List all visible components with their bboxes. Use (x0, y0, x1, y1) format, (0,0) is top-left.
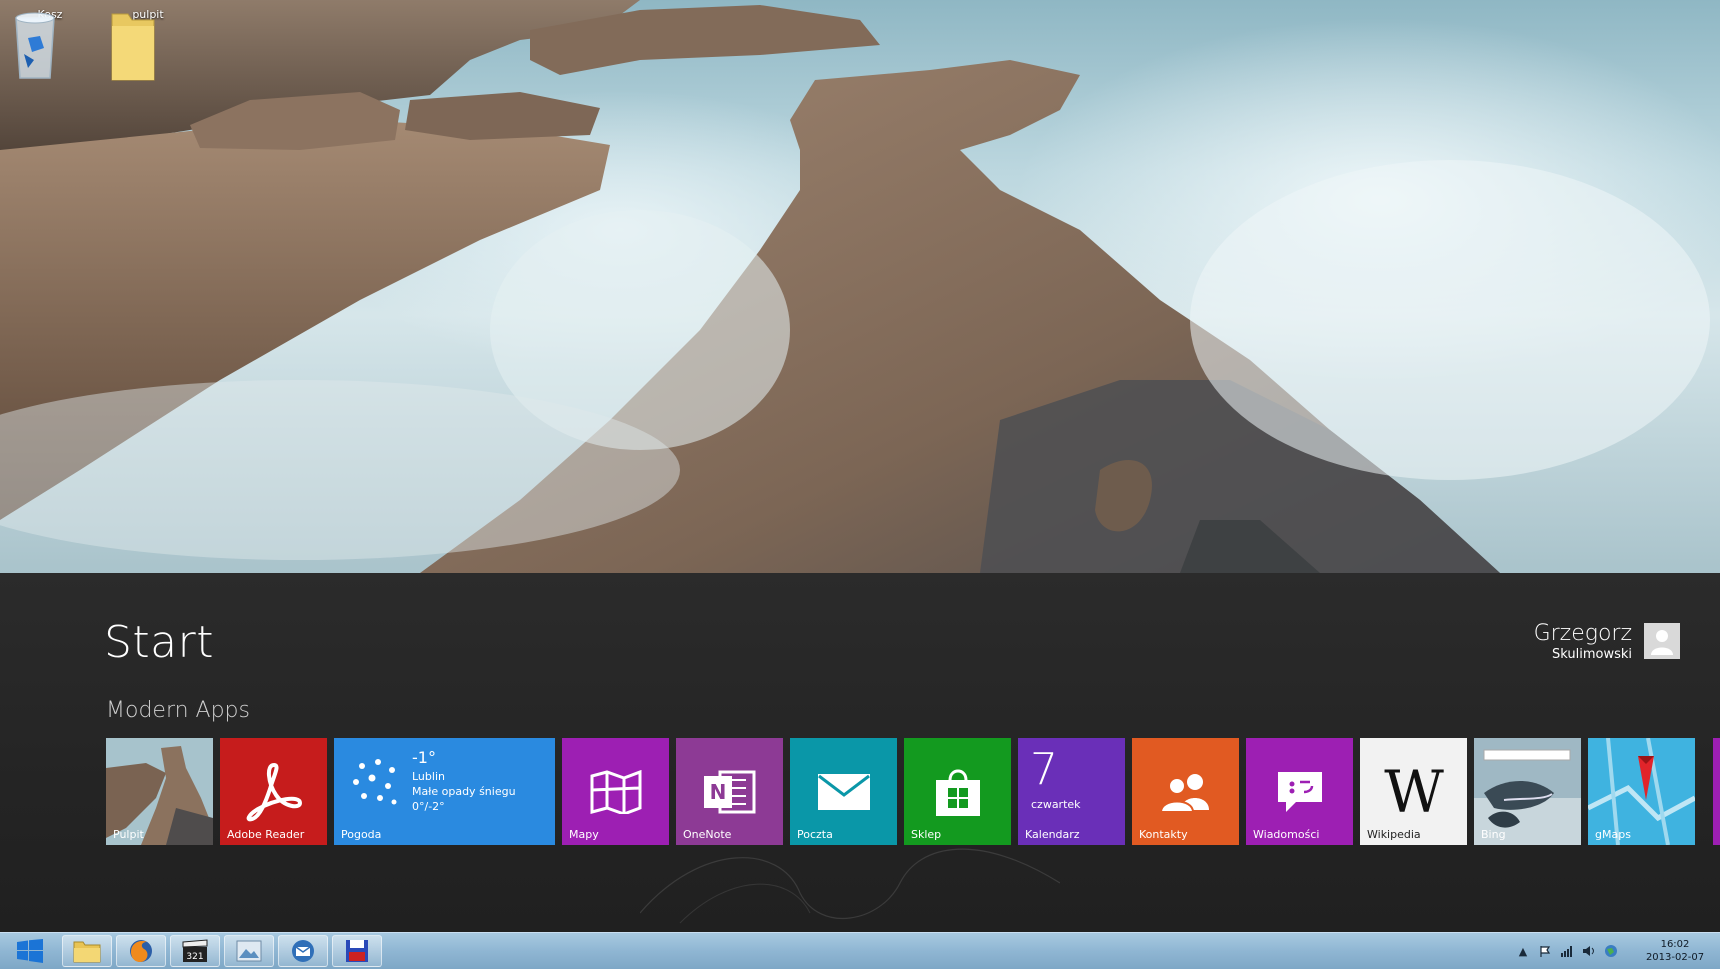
tile-kontakty[interactable]: Kontakty (1132, 738, 1239, 845)
picture-icon (236, 940, 262, 962)
thunderbird-icon (292, 940, 314, 962)
start-button[interactable] (6, 937, 54, 965)
user-silhouette-icon (1651, 630, 1673, 655)
clock-date: 2013-02-07 (1645, 952, 1705, 963)
floppy-disk-icon (346, 940, 368, 962)
tile-label: Adobe Reader (227, 828, 305, 841)
weather-snow-icon (353, 759, 397, 805)
taskbar-app-firefox[interactable] (116, 935, 166, 967)
tile-poczta[interactable]: Poczta (790, 738, 897, 845)
tile-label: Bing (1481, 828, 1506, 841)
mail-icon (817, 773, 870, 810)
taskbar-app-save[interactable] (332, 935, 382, 967)
action-center-flag-icon[interactable] (1537, 943, 1553, 959)
tile-label: gMaps (1595, 828, 1631, 841)
avatar (1644, 623, 1680, 659)
tile-onenote[interactable]: N OneNote (676, 738, 783, 845)
store-icon (935, 769, 980, 816)
weather-condition: Małe opady śniegu (412, 785, 516, 798)
start-screen-panel: Start Modern Apps Grzegorz Skulimowski P… (0, 573, 1720, 932)
taskbar-app-image-viewer[interactable] (224, 935, 274, 967)
tile-gmaps[interactable]: gMaps (1588, 738, 1695, 845)
tile-label: Mapy (569, 828, 599, 841)
desktop-icon-folder[interactable]: pulpit (108, 8, 188, 81)
network-signal-icon[interactable] (1559, 943, 1575, 959)
clapper-321-icon: 321 (182, 939, 208, 962)
people-icon (1159, 773, 1209, 812)
language-globe-icon[interactable] (1603, 943, 1619, 959)
tile-kalendarz[interactable]: 7 czwartek Kalendarz (1018, 738, 1125, 845)
taskbar-app-thunderbird[interactable] (278, 935, 328, 967)
weather-range: 0°/-2° (412, 800, 445, 813)
show-hidden-icons-icon[interactable]: ▲ (1515, 943, 1531, 959)
user-last-name: Skulimowski (1551, 647, 1632, 662)
tile-label: OneNote (683, 828, 732, 841)
calendar-weekday: czwartek (1031, 798, 1081, 811)
tile-partially-visible[interactable] (1713, 738, 1720, 845)
desktop-icon-recycle-bin[interactable]: Kosz (10, 8, 90, 79)
tile-label: Wikipedia (1367, 828, 1421, 841)
wallpaper-rocks (0, 0, 1710, 573)
windows-logo-icon (17, 939, 43, 963)
wikipedia-icon: W (1384, 762, 1444, 822)
onenote-icon: N (703, 770, 755, 813)
weather-temperature: -1° (412, 748, 436, 767)
tile-label: Kalendarz (1025, 828, 1080, 841)
tile-label: Poczta (797, 828, 833, 841)
tile-bing[interactable]: Bing (1474, 738, 1581, 845)
tile-label: Pulpit (113, 828, 144, 841)
svg-text:321: 321 (186, 952, 203, 962)
taskbar: 321 ▲ 16:02 2013-02-07 (0, 932, 1720, 969)
tile-label: Pogoda (341, 828, 382, 841)
svg-text:N: N (709, 780, 726, 804)
system-clock[interactable]: 16:02 2013-02-07 (1630, 938, 1720, 964)
taskbar-app-file-explorer[interactable] (62, 935, 112, 967)
start-title: Start (104, 617, 214, 668)
tile-adobe-reader[interactable]: Adobe Reader (220, 738, 327, 845)
tile-wiadomosci[interactable]: Wiadomości (1246, 738, 1353, 845)
user-first-name: Grzegorz (1533, 621, 1632, 646)
tile-label: Sklep (911, 828, 942, 841)
tile-pogoda[interactable]: -1° Lublin Małe opady śniegu 0°/-2° Pogo… (334, 738, 555, 845)
clock-time: 16:02 (1660, 939, 1690, 950)
tile-group-title: Modern Apps (106, 698, 250, 723)
volume-icon[interactable] (1581, 943, 1597, 959)
desktop-wallpaper: Kosz pulpit (0, 0, 1720, 573)
tile-sklep[interactable]: Sklep (904, 738, 1011, 845)
svg-text:W: W (1384, 762, 1444, 822)
folder-icon (73, 941, 101, 963)
tile-label: Wiadomości (1253, 828, 1320, 841)
firefox-icon (130, 940, 152, 962)
system-tray: ▲ 16:02 2013-02-07 (1512, 933, 1720, 969)
tile-mapy[interactable]: Mapy (562, 738, 669, 845)
recycle-bin-icon (15, 12, 55, 79)
user-account-button[interactable]: Grzegorz Skulimowski (1534, 621, 1680, 665)
weather-city: Lublin (412, 770, 445, 783)
messaging-icon (1277, 771, 1322, 812)
tile-pulpit[interactable]: Pulpit (106, 738, 213, 845)
maps-icon (590, 769, 641, 814)
tile-wikipedia[interactable]: W Wikipedia (1360, 738, 1467, 845)
folder-icon (111, 13, 155, 81)
tile-label: Kontakty (1139, 828, 1188, 841)
calendar-day-number: 7 (1030, 744, 1058, 795)
taskbar-app-media-321[interactable]: 321 (170, 935, 220, 967)
adobe-reader-icon (246, 762, 302, 821)
